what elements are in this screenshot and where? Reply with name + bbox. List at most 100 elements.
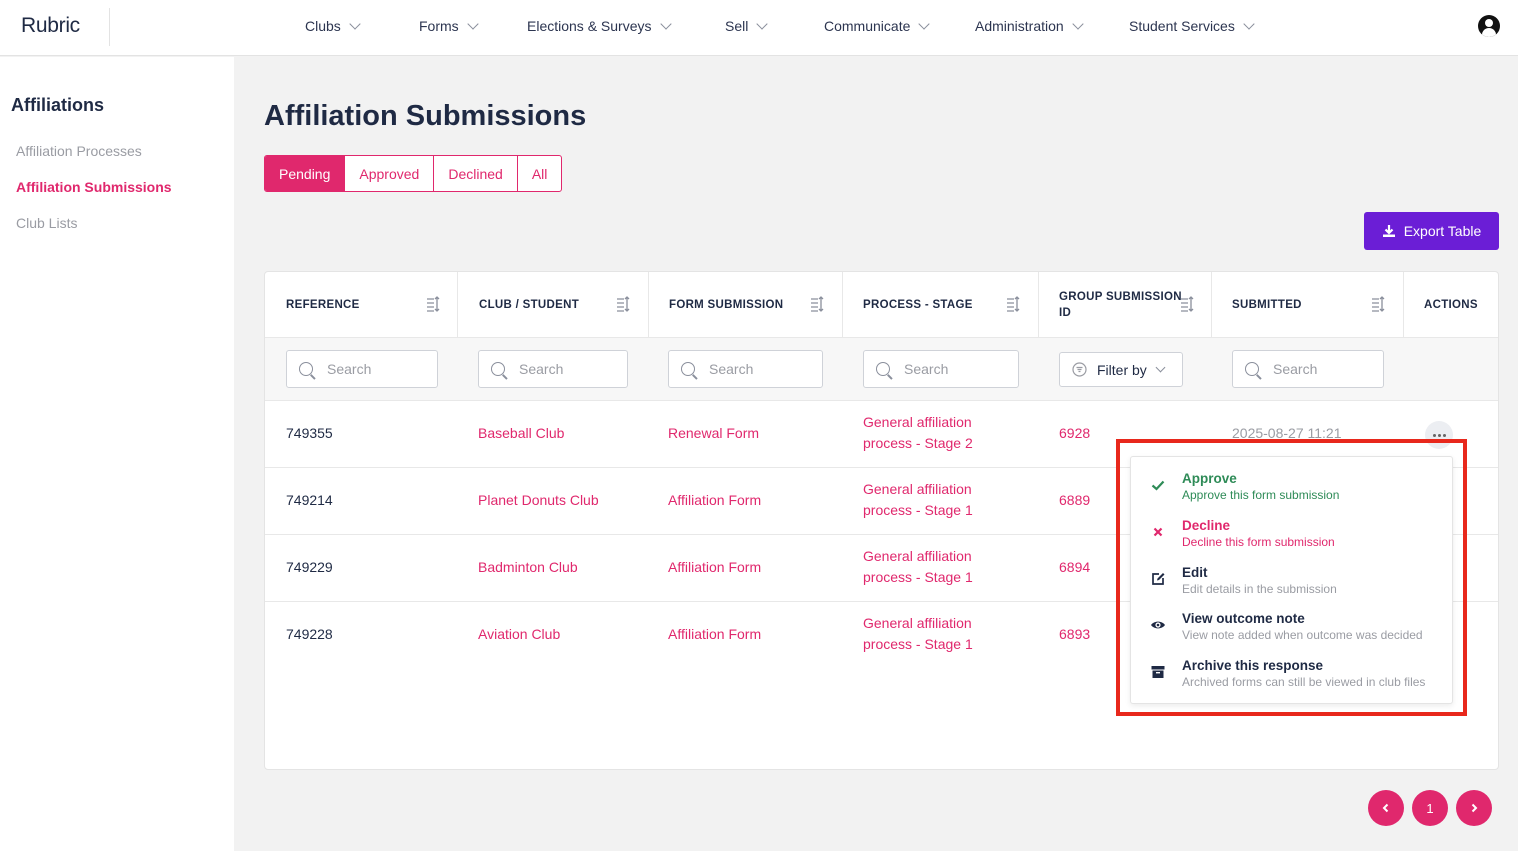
filter-row: Search Search Search Search Filter by Se… (265, 338, 1498, 401)
chevron-down-icon (467, 18, 479, 30)
reference-cell: 749214 (286, 492, 333, 508)
column-label: REFERENCE (286, 299, 360, 311)
next-page-button[interactable] (1456, 790, 1492, 826)
chevron-down-icon (756, 18, 769, 30)
chevron-down-icon (349, 18, 361, 30)
reference-cell: 749355 (286, 425, 333, 441)
filter-icon (1072, 362, 1087, 377)
col-club-student[interactable]: CLUB / STUDENT (458, 272, 649, 338)
app-logo[interactable]: Rubric (21, 14, 80, 38)
table-header: REFERENCE CLUB / STUDENT FORM SUBMISSION… (265, 272, 1498, 338)
column-label: CLUB / STUDENT (479, 299, 580, 311)
top-nav-bar: Rubric Clubs Forms Elections & Surveys S… (0, 0, 1518, 56)
process-link[interactable]: General affiliation process - Stage 1 (863, 479, 973, 521)
group-id-link[interactable]: 6889 (1059, 490, 1090, 511)
nav-administration[interactable]: Administration (975, 18, 1084, 34)
search-placeholder: Search (327, 361, 372, 377)
search-placeholder: Search (519, 361, 564, 377)
nav-forms[interactable]: Forms (419, 18, 479, 34)
nav-elections-surveys[interactable]: Elections & Surveys (527, 18, 672, 34)
search-icon (876, 362, 890, 376)
col-submitted[interactable]: SUBMITTED (1212, 272, 1404, 338)
chevron-left-icon (1382, 803, 1389, 813)
process-line: process - Stage 2 (863, 435, 973, 451)
prev-page-button[interactable] (1368, 790, 1404, 826)
nav-label: Communicate (824, 18, 911, 34)
search-icon (1245, 362, 1259, 376)
nav-sell[interactable]: Sell (725, 18, 769, 34)
process-line: General affiliation (863, 548, 972, 564)
sort-icon[interactable] (1180, 296, 1194, 312)
sidebar-item-affiliation-submissions[interactable]: Affiliation Submissions (16, 179, 172, 195)
process-link[interactable]: General affiliation process - Stage 2 (863, 412, 973, 454)
sidebar: Affiliations Affiliation Processes Affil… (0, 57, 234, 851)
sidebar-item-club-lists[interactable]: Club Lists (16, 215, 77, 231)
group-id-link[interactable]: 6928 (1059, 423, 1090, 444)
sidebar-item-affiliation-processes[interactable]: Affiliation Processes (16, 143, 142, 159)
process-link[interactable]: General affiliation process - Stage 1 (863, 613, 973, 655)
download-icon (1382, 225, 1395, 237)
process-search-input[interactable]: Search (863, 350, 1019, 388)
form-link[interactable]: Renewal Form (668, 423, 759, 444)
col-form-submission[interactable]: FORM SUBMISSION (649, 272, 843, 338)
search-icon (491, 362, 505, 376)
nav-label: Administration (975, 18, 1064, 34)
page-number-button[interactable]: 1 (1412, 790, 1448, 826)
nav-label: Clubs (305, 18, 341, 34)
form-link[interactable]: Affiliation Form (668, 490, 761, 511)
nav-communicate[interactable]: Communicate (824, 18, 931, 34)
nav-clubs[interactable]: Clubs (305, 18, 361, 34)
reference-search-input[interactable]: Search (286, 350, 438, 388)
form-link[interactable]: Affiliation Form (668, 557, 761, 578)
highlight-box (1116, 439, 1467, 716)
sort-icon[interactable] (616, 296, 630, 312)
column-label: GROUP SUBMISSION ID (1059, 291, 1182, 319)
col-actions: ACTIONS (1404, 272, 1498, 338)
club-link[interactable]: Planet Donuts Club (478, 490, 599, 511)
col-reference[interactable]: REFERENCE (265, 272, 458, 338)
tab-pending[interactable]: Pending (265, 156, 346, 191)
group-id-filter-select[interactable]: Filter by (1059, 352, 1183, 387)
export-label: Export Table (1403, 223, 1482, 239)
export-table-button[interactable]: Export Table (1364, 212, 1499, 250)
sort-icon[interactable] (810, 296, 824, 312)
club-link[interactable]: Badminton Club (478, 557, 578, 578)
chevron-down-icon (918, 18, 931, 30)
status-tabs: Pending Approved Declined All (264, 155, 563, 192)
submitted-search-input[interactable]: Search (1232, 350, 1384, 388)
process-line: General affiliation (863, 615, 972, 631)
club-link[interactable]: Baseball Club (478, 423, 564, 444)
nav-label: Sell (725, 18, 749, 34)
tab-declined[interactable]: Declined (434, 156, 518, 191)
sort-icon[interactable] (1006, 296, 1020, 312)
filter-by-label: Filter by (1097, 361, 1147, 378)
form-link[interactable]: Affiliation Form (668, 624, 761, 645)
search-placeholder: Search (709, 361, 754, 377)
column-label: PROCESS - STAGE (863, 299, 973, 311)
sidebar-title: Affiliations (11, 95, 104, 115)
col-process-stage[interactable]: PROCESS - STAGE (843, 272, 1039, 338)
club-search-input[interactable]: Search (478, 350, 628, 388)
nav-label: Student Services (1129, 18, 1235, 34)
search-icon (299, 362, 313, 376)
chevron-down-icon (1243, 18, 1255, 30)
nav-student-services[interactable]: Student Services (1129, 18, 1255, 34)
col-group-submission-id[interactable]: GROUP SUBMISSION ID (1039, 272, 1212, 338)
group-id-link[interactable]: 6894 (1059, 557, 1090, 578)
club-link[interactable]: Aviation Club (478, 624, 560, 645)
sort-icon[interactable] (1371, 296, 1385, 312)
search-placeholder: Search (904, 361, 949, 377)
process-line: General affiliation (863, 481, 972, 497)
chevron-down-icon (1072, 18, 1084, 30)
tab-approved[interactable]: Approved (345, 156, 435, 191)
tab-all[interactable]: All (518, 156, 562, 191)
form-search-input[interactable]: Search (668, 350, 823, 388)
sort-icon[interactable] (426, 296, 440, 312)
process-link[interactable]: General affiliation process - Stage 1 (863, 546, 973, 588)
search-icon (681, 362, 695, 376)
column-label: FORM SUBMISSION (669, 299, 784, 311)
reference-cell: 749229 (286, 559, 333, 575)
user-avatar-icon[interactable] (1478, 15, 1500, 37)
group-id-link[interactable]: 6893 (1059, 624, 1090, 645)
page-title: Affiliation Submissions (264, 100, 587, 132)
